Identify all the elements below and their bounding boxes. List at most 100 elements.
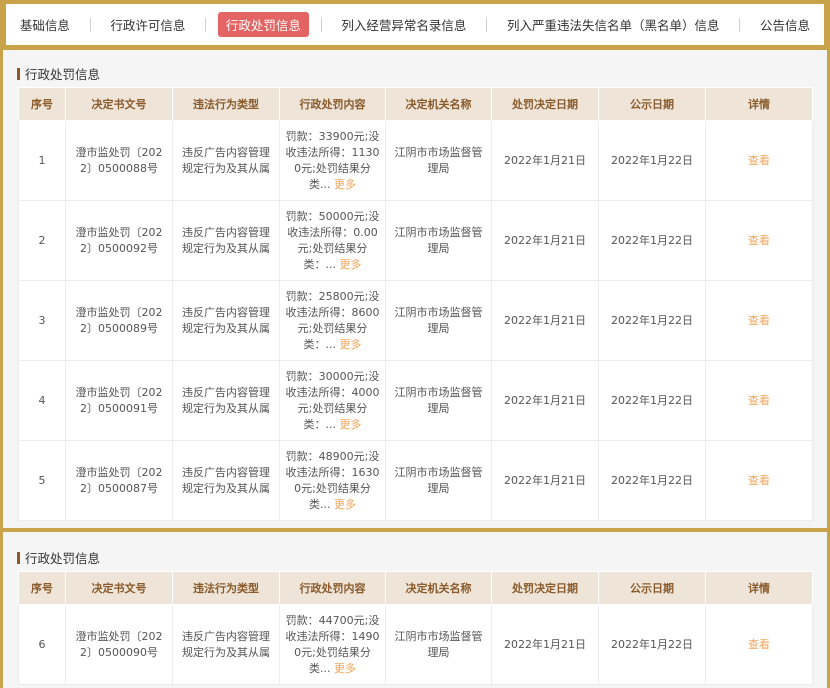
column-header: 处罚决定日期: [491, 571, 599, 605]
cell-doc-number: 澄市监处罚〔2022〕0500088号: [65, 120, 173, 201]
tab-3[interactable]: 列入经营异常名录信息: [333, 12, 474, 37]
cell-detail: 查看: [705, 360, 813, 441]
cell-penalty-content: 罚款：30000元;没收违法所得：4000元;处罚结果分类：... 更多: [279, 360, 386, 441]
tab-5[interactable]: 公告信息: [752, 12, 818, 37]
column-header: 序号: [18, 571, 66, 605]
more-link[interactable]: 更多: [340, 258, 362, 271]
column-header: 公示日期: [598, 571, 706, 605]
column-header: 详情: [705, 87, 813, 121]
cell-detail-text[interactable]: 查看: [712, 153, 806, 169]
section-title-text: 行政处罚信息: [25, 551, 101, 566]
tab-separator: [89, 17, 91, 32]
tab-bar: 基础信息 行政许可信息 行政处罚信息 列入经营异常名录信息 列入严重违法失信名单（黑名单…: [2, 0, 828, 49]
more-link[interactable]: 更多: [334, 498, 356, 511]
cell-detail-text[interactable]: 查看: [712, 473, 806, 489]
cell-authority-text: 江阴市市场监督管理局: [394, 225, 483, 255]
cell-decision-date-text: 2022年1月21日: [504, 473, 586, 487]
table-row: 6 澄市监处罚〔2022〕0500090号 违反广告内容管理规定行为及其从属 罚款：4…: [18, 604, 813, 685]
more-link[interactable]: 更多: [334, 662, 356, 675]
cell-violation-type: 违反广告内容管理规定行为及其从属: [172, 604, 280, 685]
cell-doc-number: 澄市监处罚〔2022〕0500092号: [65, 200, 173, 281]
penalty-content-text: 罚款：25800元;没收违法所得：8600元;处罚结果分类：...: [285, 289, 380, 351]
cell-decision-date: 2022年1月21日: [491, 280, 599, 361]
penalty-content-text: 罚款：50000元;没收违法所得：0.00元;处罚结果分类：...: [285, 209, 380, 271]
title-bar-marker: [17, 551, 20, 564]
cell-publish-date-text: 2022年1月22日: [611, 233, 693, 247]
tab-separator: [486, 17, 488, 32]
tab-1[interactable]: 行政许可信息: [102, 12, 193, 37]
cell-doc-number: 澄市监处罚〔2022〕0500089号: [65, 280, 173, 361]
tab-separator: [739, 17, 741, 32]
cell-penalty-content: 罚款：44700元;没收违法所得：14900元;处罚结果分类... 更多: [279, 604, 386, 685]
penalty-table-1: 序号 决定书文号 违法行为类型 行政处罚内容 决定机关名称 处罚决定日期 公示日期 详情 1 澄…: [18, 87, 813, 521]
cell-authority: 江阴市市场监督管理局: [385, 200, 492, 281]
cell-doc-number-text: 澄市监处罚〔2022〕0500088号: [75, 145, 163, 175]
more-link[interactable]: 更多: [340, 338, 362, 351]
cell-publish-date: 2022年1月22日: [598, 360, 706, 441]
tab-0[interactable]: 基础信息: [12, 12, 78, 37]
cell-violation-type: 违反广告内容管理规定行为及其从属: [172, 360, 280, 441]
table-row: 3 澄市监处罚〔2022〕0500089号 违反广告内容管理规定行为及其从属 罚款：2…: [18, 280, 813, 361]
penalty-content-text: 罚款：44700元;没收违法所得：14900元;处罚结果分类...: [285, 613, 380, 675]
cell-decision-date: 2022年1月21日: [491, 360, 599, 441]
cell-doc-number-text: 澄市监处罚〔2022〕0500092号: [75, 225, 163, 255]
cell-publish-date: 2022年1月22日: [598, 440, 706, 521]
cell-publish-date-text: 2022年1月22日: [611, 637, 693, 651]
cell-penalty-content: 罚款：33900元;没收违法所得：11300元;处罚结果分类... 更多: [279, 120, 386, 201]
cell-doc-number: 澄市监处罚〔2022〕0500091号: [65, 360, 173, 441]
penalty-panel-2: 行政处罚信息 序号 决定书文号 违法行为类型 行政处罚内容 决定机关名称 处罚决定日期 公示…: [3, 532, 827, 688]
cell-no: 4: [18, 360, 66, 441]
cell-no: 5: [18, 440, 66, 521]
cell-authority-text: 江阴市市场监督管理局: [394, 145, 483, 175]
penalty-content-text: 罚款：30000元;没收违法所得：4000元;处罚结果分类：...: [285, 369, 380, 431]
cell-violation-type-text: 违反广告内容管理规定行为及其从属: [182, 385, 270, 415]
cell-detail-text[interactable]: 查看: [712, 313, 806, 329]
cell-decision-date: 2022年1月21日: [491, 200, 599, 281]
tab-2[interactable]: 行政处罚信息: [217, 12, 309, 37]
cell-authority-text: 江阴市市场监督管理局: [394, 305, 483, 335]
more-link[interactable]: 更多: [334, 178, 356, 191]
cell-detail-text[interactable]: 查看: [712, 393, 806, 409]
cell-violation-type-text: 违反广告内容管理规定行为及其从属: [182, 629, 270, 659]
penalty-panel-1: 行政处罚信息 序号 决定书文号 违法行为类型 行政处罚内容 决定机关名称 处罚决定日期 公示…: [3, 50, 827, 528]
cell-detail-text[interactable]: 查看: [712, 233, 806, 249]
cell-detail: 查看: [705, 440, 813, 521]
cell-penalty-content: 罚款：48900元;没收违法所得：16300元;处罚结果分类... 更多: [279, 440, 386, 521]
cell-authority: 江阴市市场监督管理局: [385, 120, 492, 201]
cell-no-text: 2: [38, 233, 46, 247]
column-header: 决定书文号: [65, 87, 173, 121]
cell-doc-number-text: 澄市监处罚〔2022〕0500091号: [75, 385, 163, 415]
cell-detail: 查看: [705, 200, 813, 281]
cell-publish-date: 2022年1月22日: [598, 200, 706, 281]
cell-doc-number-text: 澄市监处罚〔2022〕0500087号: [75, 465, 163, 495]
cell-decision-date-text: 2022年1月21日: [504, 233, 586, 247]
column-header: 违法行为类型: [172, 571, 280, 605]
tab-4[interactable]: 列入严重违法失信名单（黑名单）信息: [499, 12, 728, 37]
section-title: 行政处罚信息: [17, 548, 100, 567]
cell-doc-number-text: 澄市监处罚〔2022〕0500089号: [75, 305, 163, 335]
cell-violation-type: 违反广告内容管理规定行为及其从属: [172, 120, 280, 201]
cell-no: 2: [18, 200, 66, 281]
cell-publish-date-text: 2022年1月22日: [611, 473, 693, 487]
cell-doc-number: 澄市监处罚〔2022〕0500087号: [65, 440, 173, 521]
table-row: 1 澄市监处罚〔2022〕0500088号 违反广告内容管理规定行为及其从属 罚款：3…: [18, 120, 813, 201]
column-header: 行政处罚内容: [279, 571, 386, 605]
cell-violation-type-text: 违反广告内容管理规定行为及其从属: [182, 225, 270, 255]
column-header: 公示日期: [598, 87, 706, 121]
cell-no: 6: [18, 604, 66, 685]
more-link[interactable]: 更多: [340, 418, 362, 431]
cell-publish-date-text: 2022年1月22日: [611, 153, 693, 167]
cell-no: 1: [18, 120, 66, 201]
cell-penalty-content: 罚款：25800元;没收违法所得：8600元;处罚结果分类：... 更多: [279, 280, 386, 361]
column-header: 处罚决定日期: [491, 87, 599, 121]
cell-no-text: 1: [38, 153, 46, 167]
tab-separator: [205, 17, 207, 32]
section-title: 行政处罚信息: [17, 64, 100, 83]
cell-decision-date: 2022年1月21日: [491, 440, 599, 521]
cell-no-text: 3: [38, 313, 46, 327]
cell-detail-text[interactable]: 查看: [712, 637, 806, 653]
cell-decision-date-text: 2022年1月21日: [504, 153, 586, 167]
column-header: 决定书文号: [65, 571, 173, 605]
cell-authority-text: 江阴市市场监督管理局: [394, 465, 483, 495]
title-bar-marker: [17, 67, 20, 80]
